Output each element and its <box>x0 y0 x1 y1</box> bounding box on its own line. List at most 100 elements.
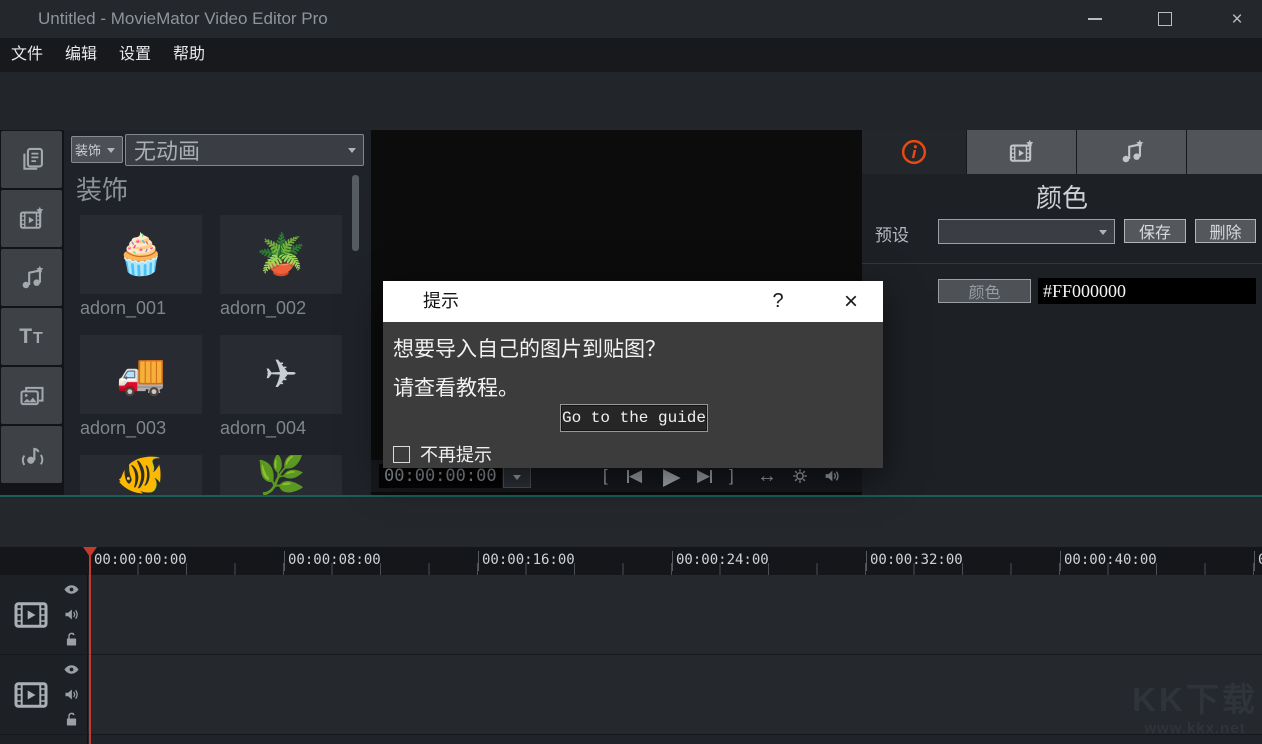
ruler-label: 00:00:48:00 <box>1254 551 1262 571</box>
timecode-spinner[interactable] <box>503 467 531 488</box>
checkbox-label: 不再提示 <box>420 441 492 467</box>
sidebar-item-audio[interactable] <box>1 426 62 483</box>
track-lock-toggle lock-open-icon[interactable] <box>63 711 80 728</box>
category-dropdown[interactable]: 装饰 <box>71 136 123 163</box>
ruler-label: 00:00:40:00 <box>1060 551 1157 571</box>
video-track-3-clipped <box>0 735 1262 744</box>
cupcake-image: 🧁 <box>116 235 166 275</box>
track-lane <box>88 735 1262 744</box>
minimize-button[interactable] <box>1072 0 1118 38</box>
menu-bar: 文件 编辑 设置 帮助 <box>0 38 1262 72</box>
color-picker-button[interactable]: 颜色 <box>938 279 1031 303</box>
tab-info[interactable] <box>862 130 967 174</box>
ruler-label: 00:00:16:00 <box>478 551 575 571</box>
menu-help[interactable]: 帮助 <box>162 38 216 72</box>
sticker-item-adorn-001[interactable]: 🧁 <box>80 215 202 294</box>
main-toolbar <box>0 72 1262 130</box>
close-button[interactable]: × <box>1214 0 1260 38</box>
chevron-down-icon <box>348 148 356 153</box>
music-star-icon <box>1118 138 1146 166</box>
dont-show-again-row: 不再提示 <box>393 441 492 467</box>
video-track-icon <box>13 597 49 633</box>
sidebar-item-video-effects[interactable] <box>1 190 62 247</box>
sticker-item-adorn-003[interactable]: 🚚 <box>80 335 202 414</box>
dialog-close-button[interactable]: × <box>833 281 869 322</box>
sticker-label: adorn_004 <box>220 418 342 439</box>
film-star-icon <box>18 205 46 233</box>
dialog-body: 想要导入自己的图片到贴图？ 请查看教程。 Go to the guide 不再提… <box>383 322 883 468</box>
gear-icon <box>791 467 809 485</box>
frame-bar <box>710 470 712 483</box>
media-type-sidebar: TT <box>0 130 64 495</box>
sticker-item-adorn-002[interactable]: 🪴 <box>220 215 342 294</box>
chevron-down-icon <box>1099 230 1107 235</box>
track-header <box>0 655 88 734</box>
sidebar-item-media-library[interactable] <box>1 131 62 188</box>
dialog-help-button[interactable]: ? <box>763 281 793 322</box>
airplane-image: ✈ <box>264 355 298 395</box>
track-visibility-toggle eye-icon[interactable] <box>63 661 80 678</box>
maximize-button[interactable] <box>1142 0 1188 38</box>
timeline-toolbar: T ↔ <box>0 497 1262 547</box>
animation-dropdown[interactable]: 无动画 <box>125 134 364 166</box>
sticker-item-adorn-004[interactable]: ✈ <box>220 335 342 414</box>
text-tool-icon: TT <box>19 325 44 349</box>
track-lane[interactable] <box>88 655 1262 734</box>
track-mute-toggle speaker-icon[interactable] <box>63 606 80 623</box>
preset-delete-button[interactable]: 删除 <box>1195 219 1256 243</box>
minimize-icon <box>1088 18 1102 20</box>
window-title: Untitled - MovieMator Video Editor Pro <box>38 0 328 38</box>
preset-dropdown[interactable] <box>938 219 1115 244</box>
go-to-guide-button[interactable]: Go to the guide <box>560 404 708 432</box>
sticker-label: adorn_003 <box>80 418 202 439</box>
color-value-field[interactable]: #FF000000 <box>1038 278 1256 304</box>
sticker-panel: 装饰 无动画 装饰 🧁 🪴 adorn_001 adorn_002 🚚 ✈ ad… <box>64 130 371 495</box>
fish-image: 🐠 <box>116 455 166 495</box>
dialog-title: 提示 <box>423 281 459 322</box>
sticker-label: adorn_002 <box>220 298 342 319</box>
site-watermark: KK下载 www.kkx.net <box>1130 680 1260 737</box>
preset-label: 预设 <box>875 221 909 246</box>
chevron-down-icon <box>107 148 115 153</box>
divider <box>862 263 1262 264</box>
sidebar-item-sound-effects[interactable] <box>1 249 62 306</box>
maximize-icon <box>1158 12 1172 26</box>
ruler-label: 00:00:24:00 <box>672 551 769 571</box>
track-header <box>0 575 88 654</box>
playhead-line[interactable] <box>89 547 91 744</box>
menu-edit[interactable]: 编辑 <box>54 38 108 72</box>
truck-image: 🚚 <box>116 355 166 395</box>
panel-scrollbar[interactable] <box>352 175 359 251</box>
film-star-icon <box>1008 138 1036 166</box>
close-icon: × <box>1231 10 1242 29</box>
info-icon <box>900 138 928 166</box>
track-header <box>0 735 88 744</box>
sidebar-item-stickers[interactable] <box>1 367 62 424</box>
documents-icon <box>18 146 46 174</box>
dont-show-again-checkbox[interactable] <box>393 446 410 463</box>
track-lane[interactable] <box>88 575 1262 654</box>
timeline-ruler[interactable]: 00:00:00:00 00:00:08:00 00:00:16:00 00:0… <box>0 547 1262 575</box>
app-logo-icon <box>397 293 415 311</box>
dialog-message-line2: 请查看教程。 <box>393 372 519 402</box>
speaker-icon <box>823 467 841 485</box>
sticker-label: adorn_001 <box>80 298 202 319</box>
tab-empty <box>1187 130 1262 174</box>
ruler-label: 00:00:00:00 <box>90 551 187 571</box>
track-visibility-toggle eye-icon[interactable] <box>63 581 80 598</box>
menu-settings[interactable]: 设置 <box>108 38 162 72</box>
tab-video-effects[interactable] <box>967 130 1077 174</box>
preset-save-button[interactable]: 保存 <box>1124 219 1186 243</box>
track-mute-toggle speaker-icon[interactable] <box>63 686 80 703</box>
menu-file[interactable]: 文件 <box>0 38 54 72</box>
app-logo-icon <box>10 9 30 29</box>
dialog-message-line1: 想要导入自己的图片到贴图？ <box>393 333 666 363</box>
tab-sound-effects[interactable] <box>1077 130 1187 174</box>
sticker-item-clipped[interactable]: 🌿 <box>220 455 342 495</box>
sticker-item-clipped[interactable]: 🐠 <box>80 455 202 495</box>
ruler-label: 00:00:08:00 <box>284 551 381 571</box>
sidebar-item-text[interactable]: TT <box>1 308 62 365</box>
track-lock-toggle lock-open-icon[interactable] <box>63 631 80 648</box>
plant-image: 🪴 <box>256 235 306 275</box>
ruler-label: 00:00:32:00 <box>866 551 963 571</box>
